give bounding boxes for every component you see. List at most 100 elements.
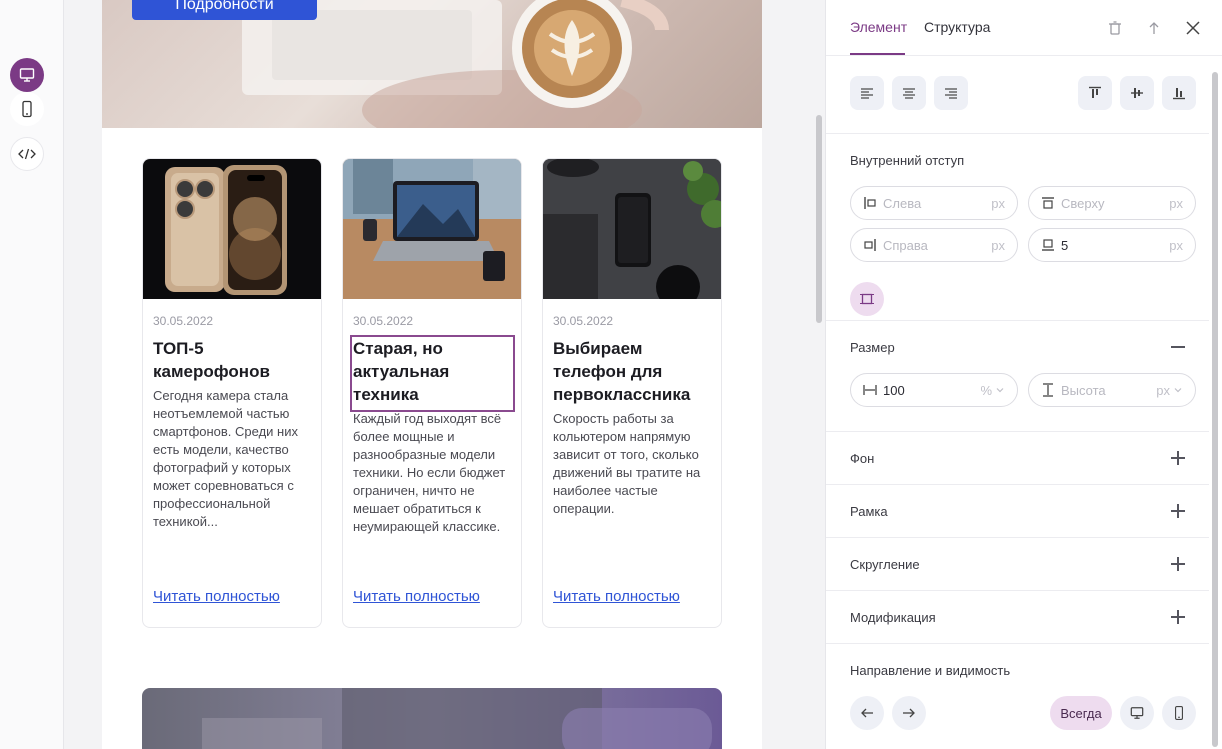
unit-label: px xyxy=(991,195,1005,211)
height-field[interactable]: Высота px xyxy=(1028,373,1196,407)
valign-middle-button[interactable] xyxy=(1120,76,1154,110)
page-preview: Подробности 30.05.2022 ТОП-5 камерофонов… xyxy=(102,0,762,749)
visibility-section-title: Направление и видимость xyxy=(850,663,1011,678)
padding-section-title: Внутренний отступ xyxy=(850,153,965,168)
width-unit-select[interactable]: % xyxy=(980,383,992,398)
editor-canvas: Подробности 30.05.2022 ТОП-5 камерофонов… xyxy=(64,0,800,749)
align-middle-icon xyxy=(1131,88,1143,98)
expand-modification-button[interactable] xyxy=(1170,609,1186,625)
align-bottom-icon xyxy=(1173,88,1185,100)
visibility-always-button[interactable]: Всегда xyxy=(1050,696,1112,730)
align-left-button[interactable] xyxy=(850,76,884,110)
padding-top-field[interactable]: Сверху px xyxy=(1028,186,1196,220)
card-text[interactable]: Скорость работы за кольютером напрямую з… xyxy=(553,410,718,518)
trash-icon xyxy=(1109,21,1121,35)
height-unit-select[interactable]: px xyxy=(1156,383,1170,398)
direction-left-button[interactable] xyxy=(850,696,884,730)
hero-banner-image: Подробности xyxy=(102,0,762,128)
desktop-view-button[interactable] xyxy=(10,58,44,92)
code-view-button[interactable] xyxy=(10,137,44,171)
divider xyxy=(826,590,1209,591)
radius-section-title[interactable]: Скругление xyxy=(850,557,920,572)
background-section-title[interactable]: Фон xyxy=(850,451,874,466)
card-text[interactable]: Каждый год выходят всё более мощные и ра… xyxy=(353,410,518,536)
read-more-link[interactable]: Читать полностью xyxy=(353,588,480,605)
padding-top-icon xyxy=(1042,197,1054,209)
expand-background-button[interactable] xyxy=(1170,450,1186,466)
padding-right-field[interactable]: Справа px xyxy=(850,228,1018,262)
card-date: 30.05.2022 xyxy=(153,314,214,328)
expand-border-button[interactable] xyxy=(1170,503,1186,519)
card-title[interactable]: Старая, но актуальная техника xyxy=(353,337,515,406)
article-card[interactable]: 30.05.2022 Выбираем телефон для первокла… xyxy=(542,158,722,628)
read-more-link[interactable]: Читать полностью xyxy=(553,588,680,605)
divider xyxy=(826,133,1209,134)
delete-button[interactable] xyxy=(1105,18,1125,38)
mobile-icon xyxy=(1175,706,1183,720)
divider xyxy=(826,320,1209,321)
height-placeholder: Высота xyxy=(1061,382,1106,398)
article-card[interactable]: 30.05.2022 ТОП-5 камерофонов Сегодня кам… xyxy=(142,158,322,628)
read-more-link[interactable]: Читать полностью xyxy=(153,588,280,605)
arrow-up-icon xyxy=(1149,22,1159,34)
card-date: 30.05.2022 xyxy=(553,314,614,328)
card-title[interactable]: ТОП-5 камерофонов xyxy=(153,337,315,383)
text-align-right-icon xyxy=(945,88,957,99)
divider xyxy=(826,643,1209,644)
mobile-view-button[interactable] xyxy=(10,92,44,126)
direction-right-button[interactable] xyxy=(892,696,926,730)
padding-bottom-field[interactable]: 5 px xyxy=(1028,228,1196,262)
border-section-title[interactable]: Рамка xyxy=(850,504,888,519)
modification-section-title[interactable]: Модификация xyxy=(850,610,936,625)
properties-panel: Элемент Структура Внутренний отступ Слев… xyxy=(825,0,1222,749)
visibility-mobile-button[interactable] xyxy=(1162,696,1196,730)
code-icon xyxy=(18,148,36,160)
chevron-down-icon xyxy=(1174,388,1182,393)
select-parent-button[interactable] xyxy=(1144,18,1164,38)
align-top-icon xyxy=(1089,86,1101,98)
tab-element[interactable]: Элемент xyxy=(850,19,907,35)
unit-label: px xyxy=(1169,195,1183,211)
valign-top-button[interactable] xyxy=(1078,76,1112,110)
divider xyxy=(826,431,1209,432)
padding-left-placeholder: Слева xyxy=(883,195,922,211)
padding-bottom-icon xyxy=(1042,239,1054,251)
padding-bottom-value: 5 xyxy=(1061,237,1069,253)
card-image-desk-phone xyxy=(543,159,721,299)
desktop-icon xyxy=(19,68,35,82)
collapse-size-button[interactable] xyxy=(1171,346,1185,348)
align-right-button[interactable] xyxy=(934,76,968,110)
bottom-banner-image xyxy=(142,688,722,749)
height-icon xyxy=(1043,383,1053,397)
padding-right-icon xyxy=(864,239,876,251)
card-image-phone xyxy=(143,159,321,299)
card-date: 30.05.2022 xyxy=(353,314,414,328)
unit-label: px xyxy=(991,237,1005,253)
size-section-title: Размер xyxy=(850,340,895,355)
visibility-desktop-button[interactable] xyxy=(1120,696,1154,730)
details-button[interactable]: Подробности xyxy=(132,0,317,20)
tab-structure[interactable]: Структура xyxy=(924,19,990,35)
text-align-center-icon xyxy=(903,88,915,99)
panel-scrollbar[interactable] xyxy=(1212,72,1218,747)
card-title[interactable]: Выбираем телефон для первоклассника xyxy=(553,337,715,406)
mobile-icon xyxy=(22,100,32,118)
padding-left-field[interactable]: Слева px xyxy=(850,186,1018,220)
align-center-button[interactable] xyxy=(892,76,926,110)
padding-all-sides-toggle[interactable] xyxy=(850,282,884,316)
width-value: 100 xyxy=(883,382,905,398)
active-tab-indicator xyxy=(850,53,905,55)
arrow-right-icon xyxy=(903,708,915,718)
padding-left-icon xyxy=(864,197,876,209)
width-field[interactable]: 100 % xyxy=(850,373,1018,407)
padding-top-placeholder: Сверху xyxy=(1061,195,1105,211)
expand-radius-button[interactable] xyxy=(1170,556,1186,572)
article-card[interactable]: 30.05.2022 Старая, но актуальная техника… xyxy=(342,158,522,628)
card-text[interactable]: Сегодня камера стала неотъемлемой частью… xyxy=(153,387,318,531)
text-align-left-icon xyxy=(861,88,873,99)
close-panel-button[interactable] xyxy=(1183,18,1203,38)
valign-bottom-button[interactable] xyxy=(1162,76,1196,110)
canvas-scrollbar[interactable] xyxy=(816,115,822,323)
chevron-down-icon xyxy=(996,388,1004,393)
close-icon xyxy=(1186,21,1200,35)
